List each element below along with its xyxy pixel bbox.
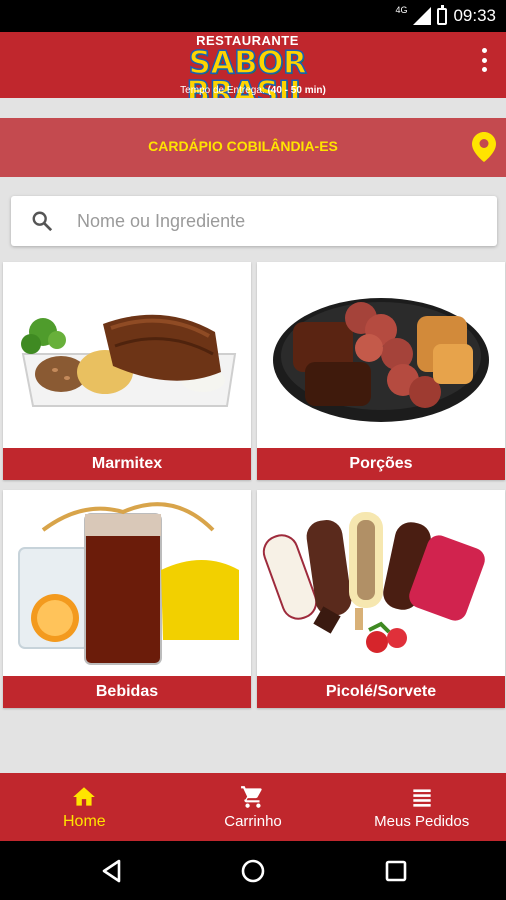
search-box[interactable] bbox=[11, 196, 497, 246]
category-label-picole-sorvete: Picolé/Sorvete bbox=[257, 676, 505, 708]
category-card-bebidas[interactable]: Bebidas bbox=[3, 490, 251, 708]
network-type: 4G bbox=[395, 5, 408, 15]
location-pin-icon[interactable] bbox=[472, 132, 496, 162]
bebidas-image bbox=[3, 490, 251, 676]
nav-cart[interactable]: Carrinho bbox=[169, 773, 338, 841]
back-icon[interactable] bbox=[99, 858, 125, 884]
picole-sorvete-image bbox=[257, 490, 505, 676]
category-card-picole-sorvete[interactable]: Picolé/Sorvete bbox=[257, 490, 505, 708]
category-label-marmitex: Marmitex bbox=[3, 448, 251, 480]
list-icon bbox=[413, 789, 431, 807]
nav-my-orders-label: Meus Pedidos bbox=[374, 813, 470, 830]
recents-icon[interactable] bbox=[383, 858, 409, 884]
signal-icon bbox=[413, 7, 432, 25]
marmitex-image bbox=[3, 262, 251, 448]
search-input[interactable] bbox=[77, 206, 477, 236]
delivery-time: Tempo de Entrega: (40 - 50 min) bbox=[0, 85, 506, 96]
bottom-navigation: Home Carrinho Meus Pedidos bbox=[0, 773, 506, 841]
home-circle-icon[interactable] bbox=[240, 858, 266, 884]
overflow-menu-icon[interactable] bbox=[480, 48, 488, 72]
app-header: RESTAURANTE SABOR BRASIL Tempo de Entreg… bbox=[0, 32, 506, 109]
porcoes-image bbox=[257, 262, 505, 448]
divider bbox=[0, 98, 506, 118]
battery-icon bbox=[437, 4, 448, 25]
status-bar: 4G 09:33 bbox=[0, 0, 506, 32]
city-bar[interactable]: CARDÁPIO COBILÂNDIA-ES bbox=[0, 118, 506, 177]
nav-home-label: Home bbox=[62, 813, 106, 830]
delivery-value: (40 - 50 min) bbox=[267, 85, 326, 96]
category-label-bebidas: Bebidas bbox=[3, 676, 251, 708]
nav-cart-label: Carrinho bbox=[224, 813, 282, 830]
category-label-porcoes: Porções bbox=[257, 448, 505, 480]
clock: 09:33 bbox=[453, 6, 496, 25]
search-icon bbox=[32, 211, 53, 232]
system-navigation-bar bbox=[0, 841, 506, 900]
category-card-porcoes[interactable]: Porções bbox=[257, 262, 505, 480]
nav-my-orders[interactable]: Meus Pedidos bbox=[337, 773, 506, 841]
nav-home[interactable]: Home bbox=[0, 773, 169, 841]
city-menu-title: CARDÁPIO COBILÂNDIA-ES bbox=[148, 138, 338, 154]
cart-icon bbox=[241, 786, 262, 808]
home-icon bbox=[73, 787, 96, 806]
category-card-marmitex[interactable]: Marmitex bbox=[3, 262, 251, 480]
delivery-label: Tempo de Entrega: bbox=[180, 85, 265, 96]
